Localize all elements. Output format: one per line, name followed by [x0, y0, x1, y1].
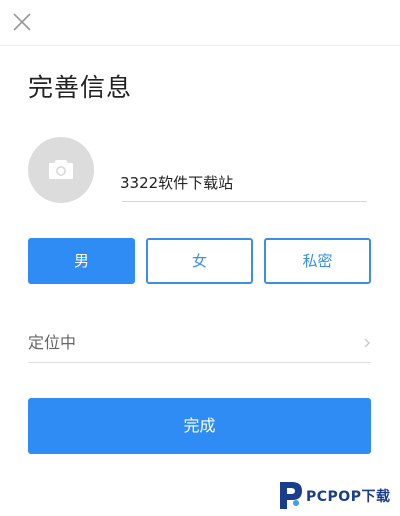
page-title: 完善信息	[28, 73, 133, 102]
nickname-underline	[122, 201, 367, 202]
nickname-field[interactable]: 3322软件下载站	[120, 172, 233, 194]
pcpop-logo-icon	[280, 482, 302, 509]
done-button[interactable]: 完成	[28, 398, 371, 454]
watermark: PCPOP下载	[276, 478, 398, 512]
close-icon	[13, 13, 31, 31]
watermark-text: PCPOP下载	[306, 489, 391, 505]
complete-info-page: 完善信息 3322软件下载站 男 女 私密 定位中 完成 PCPOP下载	[0, 0, 400, 516]
chevron-right-icon	[364, 338, 370, 348]
header-divider	[0, 45, 400, 46]
gender-female-button[interactable]: 女	[146, 238, 253, 284]
close-button[interactable]	[11, 11, 33, 33]
location-field[interactable]: 定位中	[28, 332, 76, 354]
avatar-upload-button[interactable]	[28, 137, 94, 203]
gender-male-button[interactable]: 男	[28, 238, 135, 284]
camera-icon	[49, 160, 73, 179]
gender-private-button[interactable]: 私密	[264, 238, 371, 284]
location-underline	[28, 362, 371, 363]
